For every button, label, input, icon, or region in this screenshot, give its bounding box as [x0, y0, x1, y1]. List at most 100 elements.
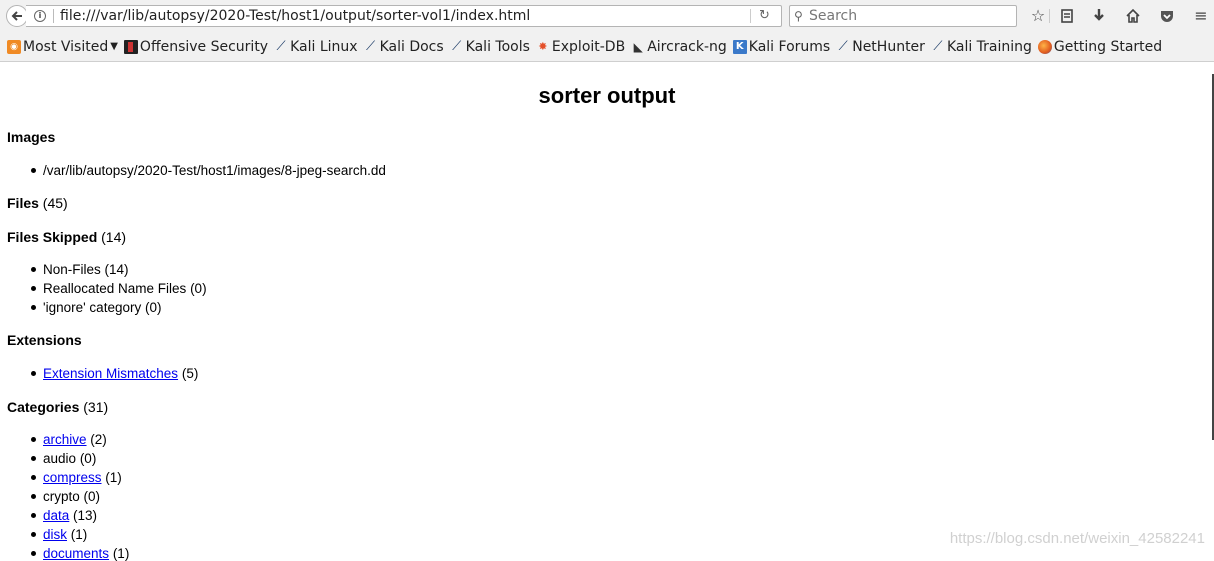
kali-dragon-icon: ⟋ [452, 39, 462, 54]
bookmarks-library-icon[interactable] [1056, 5, 1078, 27]
files-heading-label: Files [7, 195, 39, 211]
categories-heading: Categories (31) [7, 398, 108, 416]
rss-icon: ◉ [7, 40, 21, 54]
category-label: crypto [43, 489, 80, 504]
files-skipped-count: (14) [101, 229, 127, 245]
pocket-icon[interactable] [1156, 5, 1178, 27]
images-heading-label: Images [7, 129, 56, 145]
list-item: disk (1) [30, 525, 129, 544]
list-item: Extension Mismatches (5) [30, 364, 199, 383]
url-text[interactable]: file:///var/lib/autopsy/2020-Test/host1/… [60, 7, 530, 25]
bookmark-star-icon[interactable]: ☆ [1027, 5, 1049, 27]
bookmark-label: Kali Forums [748, 39, 831, 55]
search-input[interactable]: ⚲ Search [789, 5, 1017, 27]
category-label: audio [43, 451, 77, 466]
item-count: (5) [181, 366, 199, 381]
exploit-db-icon: ✸ [538, 40, 548, 53]
list-item: compress (1) [30, 468, 129, 487]
back-button[interactable] [6, 5, 28, 27]
item-count: (1) [105, 470, 122, 485]
list-item: archive (2) [30, 430, 129, 449]
list-item: Non-Files (14) [31, 260, 207, 279]
bookmark-label: Getting Started [1053, 39, 1163, 55]
bookmark-label: Kali Training [946, 39, 1032, 55]
item-count: (1) [112, 546, 130, 561]
bookmark-offensive-security[interactable]: Offensive Security [123, 38, 269, 56]
offsec-icon [123, 40, 138, 54]
files-skipped-heading-label: Files Skipped [7, 229, 98, 245]
bookmark-label: Offensive Security [139, 39, 269, 55]
category-archive-link[interactable]: archive [43, 432, 87, 447]
search-icon: ⚲ [794, 9, 803, 23]
list-item: Reallocated Name Files (0) [31, 281, 207, 296]
bookmark-kali-training[interactable]: ⟋ Kali Training [931, 38, 1032, 56]
bookmark-label: Aircrack-ng [647, 39, 727, 55]
watermark: https://blog.csdn.net/weixin_42582241 [949, 530, 1205, 547]
files-heading: Files (45) [7, 194, 68, 212]
category-data-link[interactable]: data [43, 508, 69, 523]
aircrack-icon: ◣ [633, 40, 643, 54]
address-bar[interactable]: i file:///var/lib/autopsy/2020-Test/host… [26, 5, 782, 27]
images-list: /var/lib/autopsy/2020-Test/host1/images/… [31, 161, 386, 180]
back-arrow-icon [11, 11, 22, 21]
category-documents-link[interactable]: documents [43, 546, 109, 561]
bookmark-getting-started[interactable]: Getting Started [1037, 38, 1163, 56]
bookmark-label: Exploit-DB [551, 39, 626, 55]
list-item: /var/lib/autopsy/2020-Test/host1/images/… [31, 163, 386, 178]
bookmarks-toolbar: ◉ Most Visited ▼ Offensive Security ⟋ Ka… [0, 32, 1214, 62]
kali-dragon-icon: ⟋ [276, 39, 286, 54]
files-count: (45) [42, 195, 68, 211]
category-compress-link[interactable]: compress [43, 470, 102, 485]
bookmark-aircrack-ng[interactable]: ◣ Aircrack-ng [631, 38, 727, 56]
item-count: (0) [83, 489, 101, 504]
menu-icon[interactable]: ≡ [1190, 5, 1212, 27]
kali-dragon-icon: ⟋ [933, 39, 943, 54]
bookmark-most-visited[interactable]: ◉ Most Visited ▼ [7, 38, 118, 56]
site-info-icon[interactable]: i [34, 10, 46, 22]
navigation-toolbar: i file:///var/lib/autopsy/2020-Test/host… [0, 0, 1214, 32]
categories-count: (31) [83, 399, 109, 415]
bookmark-exploit-db[interactable]: ✸ Exploit-DB [536, 38, 625, 56]
download-icon[interactable] [1088, 5, 1110, 27]
search-placeholder: Search [809, 8, 858, 24]
page-title: sorter output [538, 83, 676, 108]
categories-heading-label: Categories [7, 399, 80, 415]
item-count: (2) [90, 432, 107, 447]
item-count: (1) [70, 527, 88, 542]
list-item: data (13) [30, 506, 129, 525]
categories-list: archive (2) audio (0) compress (1) crypt… [30, 430, 130, 561]
bookmark-label: NetHunter [852, 39, 925, 55]
reload-icon[interactable]: ↻ [759, 8, 770, 24]
list-item: crypto (0) [30, 487, 129, 506]
list-item: audio (0) [30, 449, 129, 468]
reload-separator [750, 9, 751, 23]
firefox-icon [1037, 40, 1052, 54]
kali-dragon-icon: ⟋ [366, 39, 376, 54]
list-item: 'ignore' category (0) [31, 298, 207, 317]
files-skipped-list: Non-Files (14) Reallocated Name Files (0… [31, 260, 207, 317]
url-separator [53, 9, 54, 23]
kali-forums-icon: K [732, 40, 747, 54]
bookmark-label: Most Visited [23, 39, 109, 55]
item-count: (13) [73, 508, 98, 523]
bookmark-label: Kali Linux [290, 39, 358, 55]
home-icon[interactable] [1122, 5, 1144, 27]
bookmark-kali-linux[interactable]: ⟋ Kali Linux [274, 38, 358, 56]
bookmark-nethunter[interactable]: ⟋ NetHunter [836, 38, 925, 56]
bookmark-kali-docs[interactable]: ⟋ Kali Docs [364, 38, 444, 56]
item-count: (0) [79, 451, 97, 466]
page-content: sorter output Images /var/lib/autopsy/20… [0, 62, 1214, 561]
images-heading: Images [7, 128, 55, 146]
list-item: documents (1) [30, 544, 130, 561]
kali-dragon-icon: ⟋ [838, 39, 848, 54]
bookmark-kali-forums[interactable]: K Kali Forums [732, 38, 831, 56]
category-disk-link[interactable]: disk [43, 527, 67, 542]
toolbar-separator [1049, 9, 1050, 23]
bookmark-label: Kali Docs [379, 39, 444, 55]
bookmark-kali-tools[interactable]: ⟋ Kali Tools [450, 38, 530, 56]
extensions-heading-label: Extensions [7, 332, 82, 348]
extensions-heading: Extensions [7, 331, 82, 349]
extensions-list: Extension Mismatches (5) [30, 364, 199, 383]
bookmark-label: Kali Tools [465, 39, 530, 55]
extension-mismatches-link[interactable]: Extension Mismatches [43, 366, 178, 381]
